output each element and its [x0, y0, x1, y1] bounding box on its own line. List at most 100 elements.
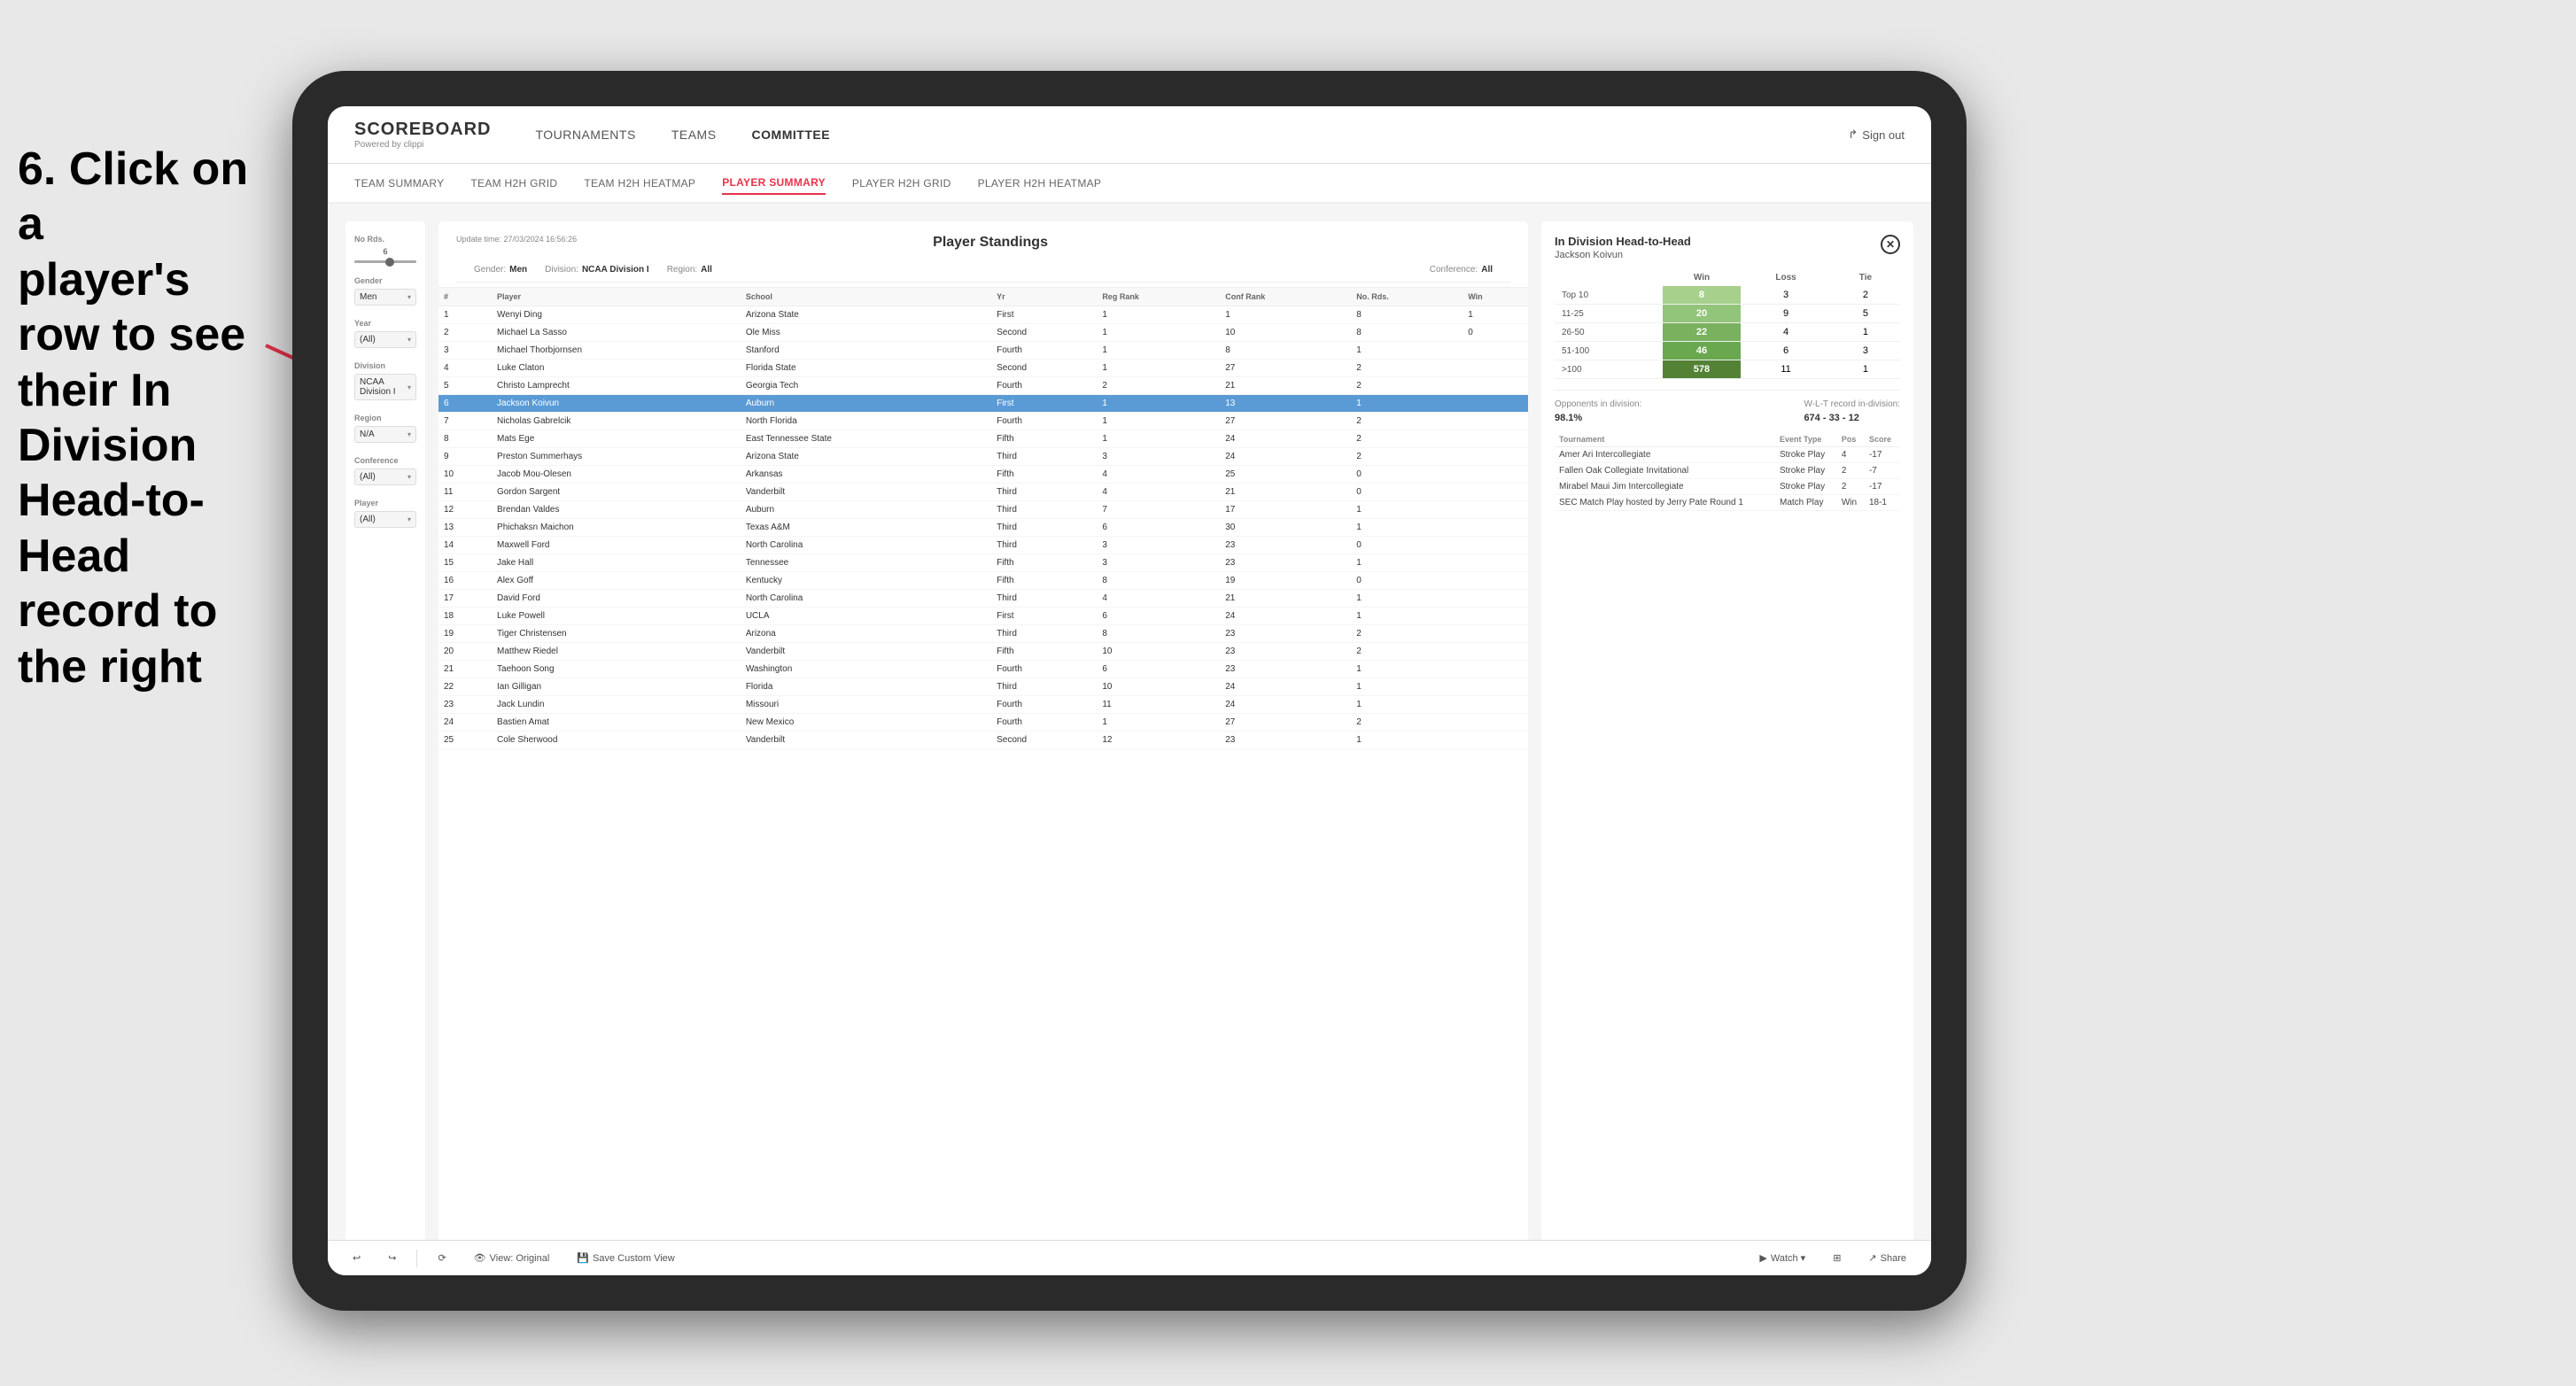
- table-row[interactable]: 22 Ian Gilligan Florida Third 10 24 1: [438, 678, 1528, 696]
- table-row[interactable]: 20 Matthew Riedel Vanderbilt Fifth 10 23…: [438, 643, 1528, 661]
- logo-area: SCOREBOARD Powered by clippi: [354, 120, 491, 150]
- col-no-rds: No. Rds.: [1351, 288, 1463, 306]
- save-custom-view-button[interactable]: 💾 Save Custom View: [570, 1249, 681, 1267]
- table-row[interactable]: 12 Brendan Valdes Auburn Third 7 17 1: [438, 501, 1528, 519]
- tab-team-summary[interactable]: TEAM SUMMARY: [354, 173, 444, 194]
- cell-win: [1463, 732, 1528, 749]
- year-select[interactable]: (All): [354, 331, 416, 348]
- h2h-player: Jackson Koivun: [1555, 250, 1691, 260]
- tourn-cell-score: 18-1: [1865, 495, 1900, 511]
- cell-player: Preston Summerhays: [492, 448, 741, 466]
- undo-button[interactable]: ↩: [345, 1249, 368, 1267]
- region-label: Region: [354, 414, 416, 422]
- h2h-cell-win: 20: [1663, 305, 1742, 323]
- division-select[interactable]: NCAA Division I: [354, 374, 416, 400]
- table-row[interactable]: 16 Alex Goff Kentucky Fifth 8 19 0: [438, 572, 1528, 590]
- app-logo-subtitle: Powered by clippi: [354, 140, 491, 150]
- h2h-cell-tie: 1: [1831, 323, 1900, 342]
- table-row[interactable]: 11 Gordon Sargent Vanderbilt Third 4 21 …: [438, 484, 1528, 501]
- table-row[interactable]: 2 Michael La Sasso Ole Miss Second 1 10 …: [438, 324, 1528, 342]
- division-chip: Division: NCAA Division I: [545, 265, 649, 275]
- cell-win: 0: [1463, 324, 1528, 342]
- table-row[interactable]: 13 Phichaksn Maichon Texas A&M Third 6 3…: [438, 519, 1528, 537]
- tab-player-h2h-grid[interactable]: PLAYER H2H GRID: [852, 173, 951, 194]
- table-row[interactable]: 21 Taehoon Song Washington Fourth 6 23 1: [438, 661, 1528, 678]
- h2h-cell-tie: 5: [1831, 305, 1900, 323]
- nav-committee[interactable]: COMMITTEE: [752, 123, 831, 146]
- table-row[interactable]: 24 Bastien Amat New Mexico Fourth 1 27 2: [438, 714, 1528, 732]
- table-row[interactable]: 25 Cole Sherwood Vanderbilt Second 12 23…: [438, 732, 1528, 749]
- table-row[interactable]: 5 Christo Lamprecht Georgia Tech Fourth …: [438, 377, 1528, 395]
- h2h-table-row: 51-100 46 6 3: [1555, 342, 1900, 360]
- cell-player: Jackson Koivun: [492, 395, 741, 413]
- player-label: Player: [354, 499, 416, 507]
- close-h2h-button[interactable]: ✕: [1881, 235, 1900, 254]
- table-row[interactable]: 15 Jake Hall Tennessee Fifth 3 23 1: [438, 554, 1528, 572]
- h2h-cell-loss: 11: [1741, 360, 1831, 379]
- cell-conf-rank: 24: [1220, 678, 1351, 696]
- player-standings-panel: Update time: 27/03/2024 16:56:26 Player …: [438, 221, 1528, 1258]
- table-row[interactable]: 14 Maxwell Ford North Carolina Third 3 2…: [438, 537, 1528, 554]
- tournament-row: Mirabel Maui Jim Intercollegiate Stroke …: [1555, 479, 1900, 495]
- cell-conf-rank: 21: [1220, 590, 1351, 608]
- cell-rds: 1: [1351, 590, 1463, 608]
- conference-select[interactable]: (All): [354, 468, 416, 485]
- nav-teams[interactable]: TEAMS: [671, 123, 717, 146]
- sign-out-button[interactable]: ↱ Sign out: [1848, 128, 1905, 142]
- cell-year: First: [991, 608, 1097, 625]
- cell-year: Third: [991, 537, 1097, 554]
- view-original-button[interactable]: 👁 View: Original: [467, 1249, 557, 1267]
- layout-button[interactable]: ⊞: [1826, 1249, 1848, 1267]
- redo-button[interactable]: ↪: [381, 1249, 403, 1267]
- h2h-cell-range: 51-100: [1555, 342, 1663, 360]
- table-row[interactable]: 17 David Ford North Carolina Third 4 21 …: [438, 590, 1528, 608]
- cell-player: Christo Lamprecht: [492, 377, 741, 395]
- col-win: Win: [1463, 288, 1528, 306]
- save-icon: 💾: [577, 1252, 589, 1264]
- cell-win: [1463, 678, 1528, 696]
- cell-win: [1463, 519, 1528, 537]
- toolbar-right: ▶ Watch ▾ ⊞ ↗ Share: [1752, 1249, 1913, 1267]
- h2h-cell-range: >100: [1555, 360, 1663, 379]
- gender-select[interactable]: Men: [354, 289, 416, 306]
- cell-conf-rank: 27: [1220, 714, 1351, 732]
- cell-year: Fourth: [991, 377, 1097, 395]
- table-row[interactable]: 19 Tiger Christensen Arizona Third 8 23 …: [438, 625, 1528, 643]
- cell-conf-rank: 30: [1220, 519, 1351, 537]
- cell-win: [1463, 572, 1528, 590]
- tab-team-h2h-grid[interactable]: TEAM H2H GRID: [470, 173, 557, 194]
- cell-rds: 1: [1351, 501, 1463, 519]
- cell-conf-rank: 24: [1220, 608, 1351, 625]
- table-row[interactable]: 7 Nicholas Gabrelcik North Florida Fourt…: [438, 413, 1528, 430]
- tab-player-summary[interactable]: PLAYER SUMMARY: [722, 172, 826, 195]
- refresh-button[interactable]: ⟳: [431, 1249, 453, 1267]
- share-button[interactable]: ↗ Share: [1861, 1249, 1913, 1267]
- table-row[interactable]: 1 Wenyi Ding Arizona State First 1 1 8 1: [438, 306, 1528, 324]
- cell-school: Arkansas: [741, 466, 991, 484]
- no-rds-slider[interactable]: [354, 260, 416, 263]
- table-row[interactable]: 8 Mats Ege East Tennessee State Fifth 1 …: [438, 430, 1528, 448]
- table-row[interactable]: 3 Michael Thorbjornsen Stanford Fourth 1…: [438, 342, 1528, 360]
- tab-team-h2h-heatmap[interactable]: TEAM H2H HEATMAP: [584, 173, 695, 194]
- cell-win: [1463, 448, 1528, 466]
- table-row[interactable]: 4 Luke Claton Florida State Second 1 27 …: [438, 360, 1528, 377]
- cell-win: [1463, 484, 1528, 501]
- table-row[interactable]: 6 Jackson Koivun Auburn First 1 13 1: [438, 395, 1528, 413]
- table-row[interactable]: 9 Preston Summerhays Arizona State Third…: [438, 448, 1528, 466]
- cell-rds: 2: [1351, 714, 1463, 732]
- cell-conf-rank: 24: [1220, 448, 1351, 466]
- table-row[interactable]: 18 Luke Powell UCLA First 6 24 1: [438, 608, 1528, 625]
- cell-player: Luke Claton: [492, 360, 741, 377]
- player-select[interactable]: (All): [354, 511, 416, 528]
- app-header: SCOREBOARD Powered by clippi TOURNAMENTS…: [328, 106, 1931, 164]
- region-select[interactable]: N/A: [354, 426, 416, 443]
- nav-tournaments[interactable]: TOURNAMENTS: [535, 123, 635, 146]
- table-row[interactable]: 10 Jacob Mou-Olesen Arkansas Fifth 4 25 …: [438, 466, 1528, 484]
- update-time: Update time: 27/03/2024 16:56:26: [456, 235, 577, 244]
- watch-icon: ▶: [1759, 1252, 1766, 1264]
- watch-button[interactable]: ▶ Watch ▾: [1752, 1249, 1812, 1267]
- tab-player-h2h-heatmap[interactable]: PLAYER H2H HEATMAP: [978, 173, 1102, 194]
- table-row[interactable]: 23 Jack Lundin Missouri Fourth 11 24 1: [438, 696, 1528, 714]
- h2h-table: Win Loss Tie Top 10 8 3 2 11-25 20 9 5 2…: [1555, 269, 1900, 379]
- standings-table: # Player School Yr Reg Rank Conf Rank No…: [438, 288, 1528, 1258]
